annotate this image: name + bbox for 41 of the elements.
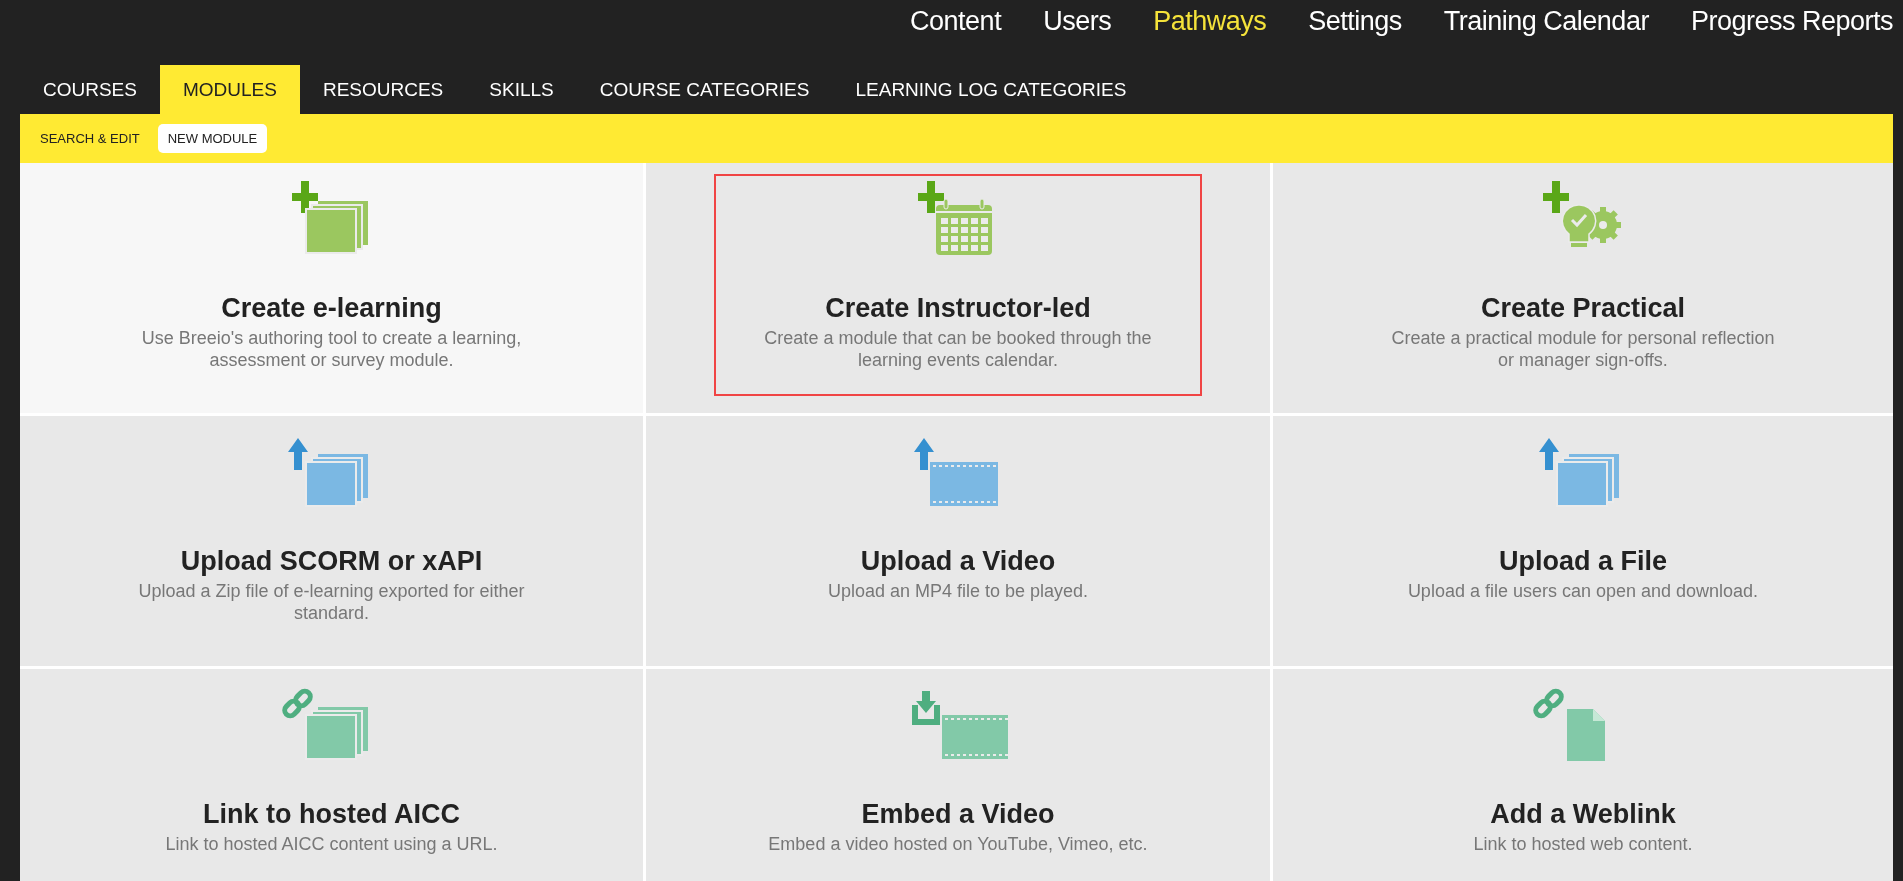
- tab[interactable]: RESOURCES: [299, 65, 467, 114]
- module-card[interactable]: Add a Weblink Link to hosted web content.: [1273, 669, 1893, 881]
- tab[interactable]: SKILLS: [466, 65, 577, 114]
- card-title: Embed a Video: [861, 798, 1055, 831]
- tab[interactable]: COURSE CATEGORIES: [576, 65, 833, 114]
- card-title: Add a Weblink: [1490, 798, 1676, 831]
- sub-tab[interactable]: SEARCH & EDIT: [30, 124, 150, 153]
- card-description: Link to hosted web content.: [1472, 833, 1694, 855]
- module-card[interactable]: Upload a Video Upload an MP4 file to be played.: [646, 416, 1270, 666]
- module-card[interactable]: Upload a File Upload a file users can open and download.: [1273, 416, 1893, 666]
- module-card[interactable]: Link to hosted AICC Link to hosted AICC content using a URL.: [20, 669, 643, 881]
- card-description: Create a practical module for personal reflection or manager sign-offs.: [1390, 327, 1776, 371]
- card-title: Link to hosted AICC: [203, 798, 460, 831]
- nav-link[interactable]: Settings: [1308, 4, 1402, 60]
- card-description: Upload an MP4 file to be played.: [826, 580, 1090, 602]
- nav-link[interactable]: Progress Reports: [1690, 4, 1893, 60]
- card-title: Create e-learning: [221, 292, 442, 325]
- tab[interactable]: LEARNING LOG CATEGORIES: [832, 65, 1150, 114]
- card-description: Create a module that can be booked through the learning events calendar.: [763, 327, 1153, 371]
- nav-link[interactable]: Users: [1043, 4, 1112, 60]
- card-title: Create Instructor-led: [825, 292, 1091, 325]
- card-title: Upload SCORM or xAPI: [180, 545, 483, 578]
- card-description: Upload a file users can open and download.: [1406, 580, 1760, 602]
- card-description: Upload a Zip file of e-learning exported for either standard.: [137, 580, 526, 624]
- tab[interactable]: MODULES: [159, 65, 300, 114]
- card-description: Link to hosted AICC content using a URL.: [164, 833, 499, 855]
- module-card[interactable]: Upload SCORM or xAPI Upload a Zip file of e-learning exported for either standard.: [20, 416, 643, 666]
- card-title: Upload a Video: [860, 545, 1056, 578]
- card-description: Embed a video hosted on YouTube, Vimeo, etc.: [767, 833, 1149, 855]
- nav-link[interactable]: Training Calendar: [1443, 4, 1649, 60]
- card-title: Upload a File: [1499, 545, 1667, 578]
- tab[interactable]: COURSES: [20, 65, 160, 114]
- sub-tab[interactable]: NEW MODULE: [157, 124, 268, 153]
- card-title: Create Practical: [1480, 292, 1686, 325]
- module-card[interactable]: Create Instructor-led Create a module that can be booked through the learning events calendar.: [646, 163, 1270, 413]
- nav-link[interactable]: Pathways: [1153, 4, 1267, 60]
- module-card[interactable]: Create Practical Create a practical module for personal reflection or manager sign-offs.: [1273, 163, 1893, 413]
- card-description: Use Breeio's authoring tool to create a learning, assessment or survey module.: [140, 327, 523, 371]
- nav-link[interactable]: Content: [910, 4, 1002, 60]
- module-card[interactable]: Create e-learning Use Breeio's authoring tool to create a learning, assessment or survey module.: [20, 163, 643, 413]
- module-card[interactable]: Embed a Video Embed a video hosted on YouTube, Vimeo, etc.: [646, 669, 1270, 881]
